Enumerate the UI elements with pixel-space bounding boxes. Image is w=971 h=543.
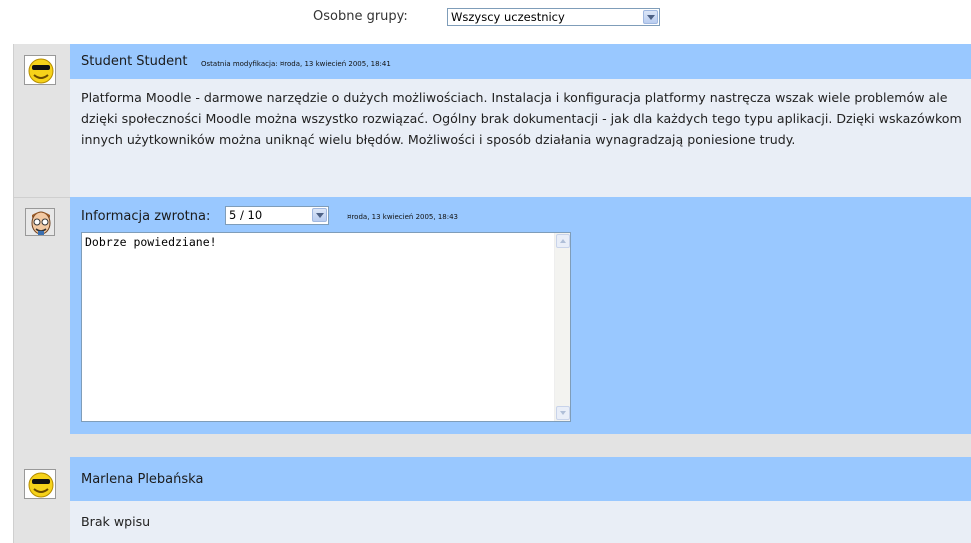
groups-bar: Osobne grupy: Wszyscy uczestnicy <box>0 0 971 34</box>
modified-date: Ostatnia modyfikacja: ¤roda, 13 kwiecień… <box>201 60 391 68</box>
grade-select-value: 5 / 10 <box>229 208 263 222</box>
groups-select-value: Wszyscy uczestnicy <box>451 10 565 24</box>
entry-text: Brak wpisu <box>81 514 151 529</box>
entry-card: Marlena Plebańska Brak wpisu <box>13 457 971 543</box>
feedback-comment: Dobrze powiedziane! <box>85 235 217 249</box>
entry-text: Platforma Moodle - darmowe narzędzie o d… <box>81 90 962 147</box>
entry-body: Brak wpisu <box>70 501 971 543</box>
groups-select[interactable]: Wszyscy uczestnicy <box>447 8 660 26</box>
scroll-down-icon[interactable] <box>556 406 570 420</box>
entry-body: Platforma Moodle - darmowe narzędzie o d… <box>70 79 971 197</box>
entry-separator <box>13 434 971 457</box>
chevron-down-icon[interactable] <box>643 10 658 24</box>
entry-header: Student Student Ostatnia modyfikacja: ¤r… <box>70 44 971 79</box>
avatar-teacher-icon[interactable] <box>25 208 55 236</box>
avatar-smiley-icon[interactable] <box>24 55 56 85</box>
feedback-label: Informacja zwrotna: <box>81 209 211 224</box>
grade-select[interactable]: 5 / 10 <box>225 206 329 225</box>
feedback-panel: Informacja zwrotna: 5 / 10 ¤roda, 13 kwi… <box>70 197 971 434</box>
feedback-date: ¤roda, 13 kwiecień 2005, 18:43 <box>347 213 459 221</box>
author-name: Marlena Plebańska <box>81 472 204 487</box>
avatar-smiley-icon[interactable] <box>24 469 56 499</box>
scroll-up-icon[interactable] <box>556 234 570 248</box>
textarea-scrollbar[interactable] <box>554 233 570 421</box>
entry-header: Marlena Plebańska <box>70 457 971 501</box>
chevron-down-icon[interactable] <box>312 208 327 222</box>
author-name: Student Student <box>81 54 188 69</box>
groups-label: Osobne grupy: <box>313 9 408 24</box>
entry-card: Student Student Ostatnia modyfikacja: ¤r… <box>13 44 971 434</box>
feedback-textarea[interactable]: Dobrze powiedziane! <box>81 232 571 422</box>
